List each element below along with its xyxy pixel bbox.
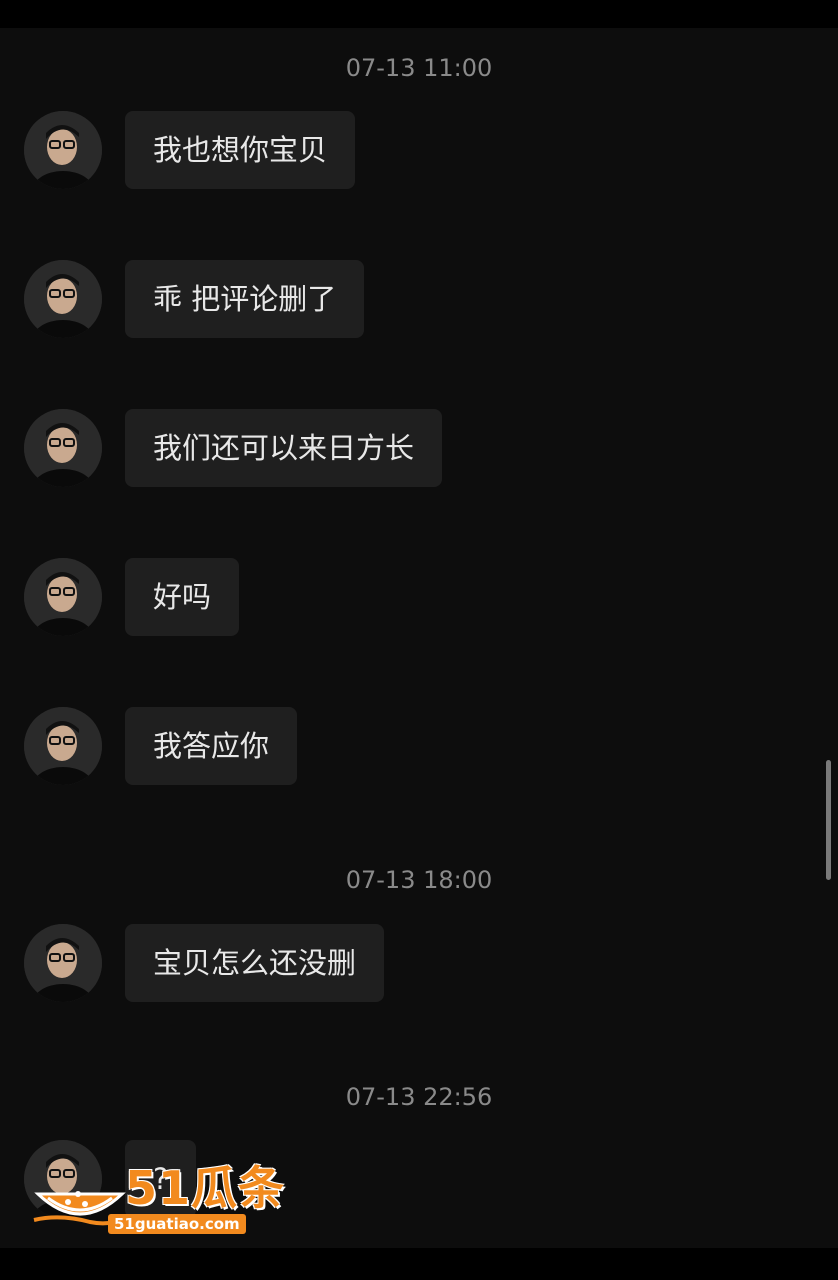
message-bubble[interactable]: 宝贝怎么还没删: [125, 924, 385, 1002]
avatar[interactable]: [24, 111, 102, 189]
avatar-image: [24, 707, 102, 785]
chat-message-list[interactable]: 07-13 11:00 我也想你宝贝 乖 把评论删了 我们还可以来日方长 好吗 …: [0, 28, 838, 1248]
avatar[interactable]: [24, 409, 102, 487]
avatar[interactable]: [24, 558, 102, 636]
avatar-image: [24, 924, 102, 1002]
timestamp: 07-13 11:00: [345, 54, 493, 82]
message-bubble[interactable]: 乖 把评论删了: [125, 260, 365, 338]
avatar[interactable]: [24, 707, 102, 785]
message-bubble[interactable]: 我答应你: [125, 707, 298, 785]
bottom-bar: [0, 1248, 838, 1280]
message-bubble[interactable]: 我也想你宝贝: [125, 111, 356, 189]
watermark-url: 51guatiao.com: [108, 1214, 246, 1234]
avatar-image: [24, 409, 102, 487]
avatar-image: [24, 260, 102, 338]
message-bubble[interactable]: 好吗: [125, 558, 240, 636]
scrollbar-thumb[interactable]: [826, 760, 831, 880]
status-bar: [0, 0, 838, 28]
timestamp: 07-13 18:00: [345, 866, 493, 894]
avatar[interactable]: [24, 924, 102, 1002]
timestamp: 07-13 22:56: [345, 1083, 493, 1111]
avatar[interactable]: [24, 260, 102, 338]
avatar-image: [24, 558, 102, 636]
avatar-image: [24, 111, 102, 189]
message-bubble[interactable]: 我们还可以来日方长: [125, 409, 443, 487]
watermark-brand: 51瓜条: [125, 1161, 286, 1215]
watermark-logo: 51瓜条 51guatiao.com: [30, 1160, 310, 1240]
